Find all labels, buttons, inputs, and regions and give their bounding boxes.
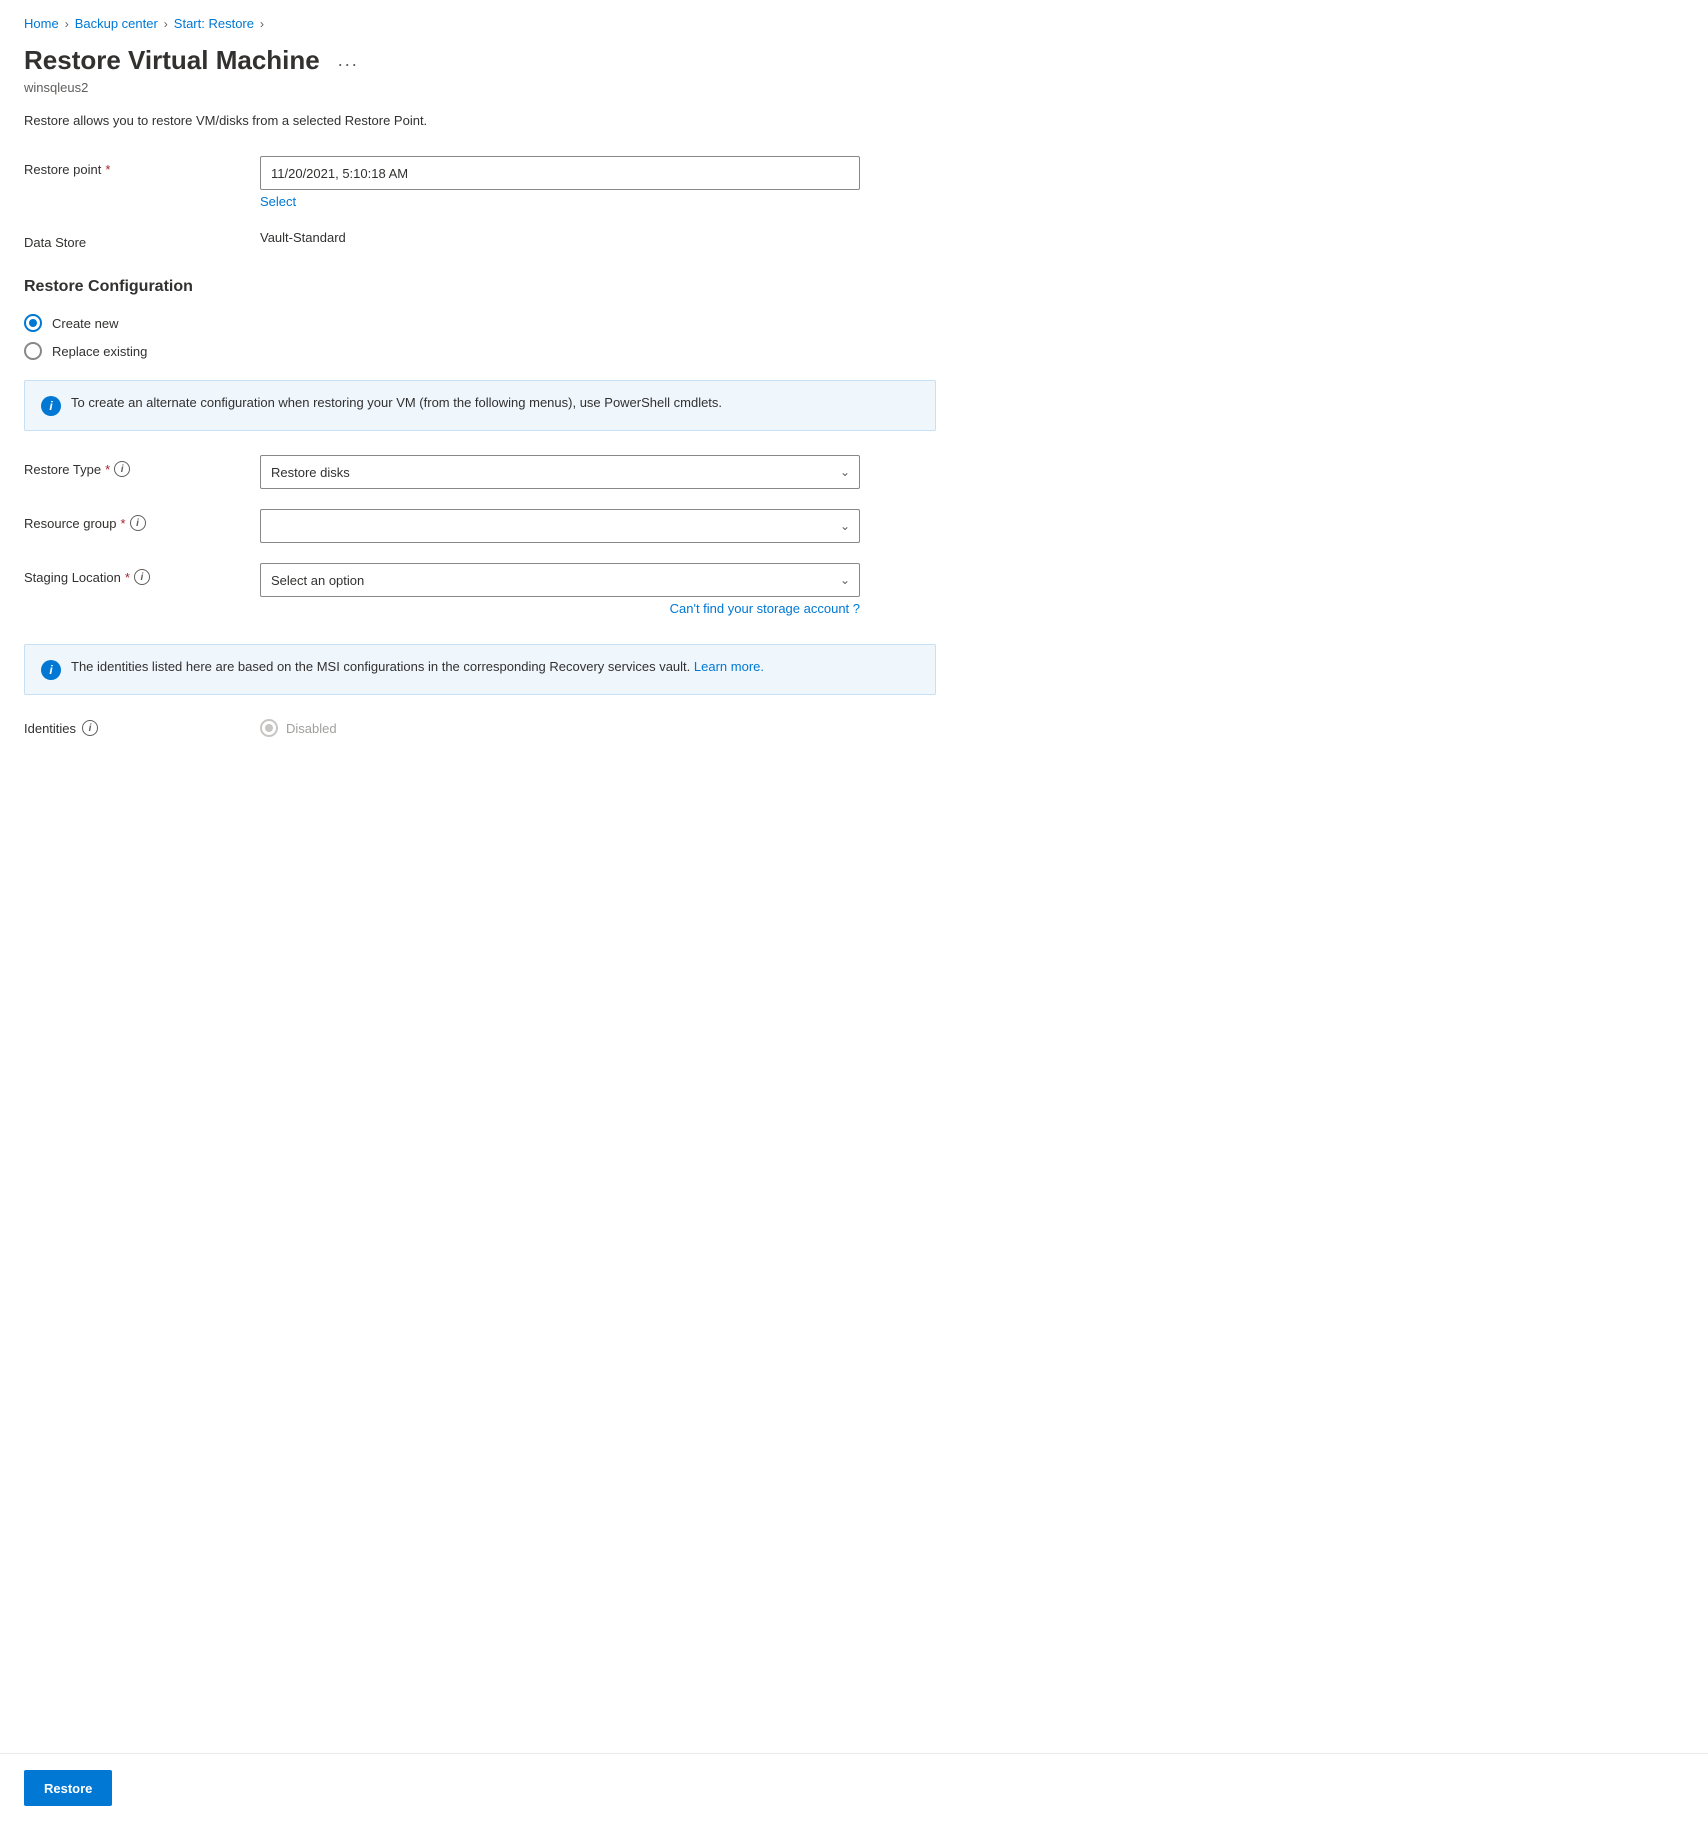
replace-existing-label: Replace existing [52, 344, 147, 359]
restore-type-dropdown-wrapper: Restore disks ⌄ [260, 455, 860, 489]
resource-group-info-icon[interactable]: i [130, 515, 146, 531]
restore-config-section: Restore Configuration Create new Replace… [24, 278, 936, 737]
resource-group-required: * [121, 516, 126, 531]
resource-group-label: Resource group * i [24, 509, 244, 531]
resource-group-select[interactable] [260, 509, 860, 543]
powershell-info-banner: i To create an alternate configuration w… [24, 380, 936, 431]
staging-location-info-icon[interactable]: i [134, 569, 150, 585]
restore-point-row: Restore point * Select [24, 156, 936, 209]
resource-group-dropdown-wrapper: ⌄ [260, 509, 860, 543]
more-options-button[interactable]: ... [332, 48, 365, 73]
restore-config-radio-group: Create new Replace existing [24, 314, 936, 360]
breadcrumb-sep-1: › [65, 17, 69, 31]
identities-label: Identities [24, 721, 76, 736]
page-header: Restore Virtual Machine ... winsqleus2 [24, 45, 936, 95]
restore-type-required: * [105, 462, 110, 477]
create-new-option[interactable]: Create new [24, 314, 936, 332]
restore-type-info-icon[interactable]: i [114, 461, 130, 477]
identities-label-area: Identities i [24, 720, 244, 736]
identities-disabled-radio-inner [265, 724, 273, 732]
restore-point-label: Restore point * [24, 156, 244, 177]
create-new-radio-inner [29, 319, 37, 327]
data-store-label: Data Store [24, 229, 244, 250]
breadcrumb-sep-2: › [164, 17, 168, 31]
resource-group-input-area: ⌄ [260, 509, 860, 543]
breadcrumb-home[interactable]: Home [24, 16, 59, 31]
data-store-value: Vault-Standard [260, 224, 346, 245]
staging-location-input-area: Select an option ⌄ Can't find your stora… [260, 563, 860, 616]
identities-disabled-radio[interactable] [260, 719, 278, 737]
staging-location-select[interactable]: Select an option [260, 563, 860, 597]
identities-info-icon-label[interactable]: i [82, 720, 98, 736]
restore-type-select[interactable]: Restore disks [260, 455, 860, 489]
restore-point-input-area: Select [260, 156, 860, 209]
identities-disabled-option: Disabled [260, 719, 337, 737]
info-banner-icon: i [41, 396, 61, 416]
staging-location-required: * [125, 570, 130, 585]
info-banner-text: To create an alternate configuration whe… [71, 395, 722, 410]
breadcrumb-backup-center[interactable]: Backup center [75, 16, 158, 31]
data-store-value-area: Vault-Standard [260, 229, 860, 245]
restore-point-required: * [105, 162, 110, 177]
staging-location-label: Staging Location * i [24, 563, 244, 585]
identities-banner-text: The identities listed here are based on … [71, 659, 764, 674]
replace-existing-option[interactable]: Replace existing [24, 342, 936, 360]
restore-type-row: Restore Type * i Restore disks ⌄ [24, 455, 936, 489]
staging-location-row: Staging Location * i Select an option ⌄ … [24, 563, 936, 616]
create-new-label: Create new [52, 316, 118, 331]
restore-point-select-link[interactable]: Select [260, 194, 860, 209]
resource-group-row: Resource group * i ⌄ [24, 509, 936, 543]
identities-row: Identities i Disabled [24, 719, 936, 737]
staging-location-dropdown-wrapper: Select an option ⌄ [260, 563, 860, 597]
breadcrumb-sep-3: › [260, 17, 264, 31]
create-new-radio[interactable] [24, 314, 42, 332]
identities-info-icon: i [41, 660, 61, 680]
restore-point-input[interactable] [260, 156, 860, 190]
basic-form-section: Restore point * Select Data Store Vault-… [24, 156, 936, 250]
restore-type-label: Restore Type * i [24, 455, 244, 477]
restore-type-input-area: Restore disks ⌄ [260, 455, 860, 489]
page-title: Restore Virtual Machine [24, 45, 320, 76]
data-store-row: Data Store Vault-Standard [24, 229, 936, 250]
restore-button[interactable]: Restore [24, 1770, 112, 1806]
config-form-section: Restore Type * i Restore disks ⌄ Resourc… [24, 455, 936, 616]
storage-account-link[interactable]: Can't find your storage account ? [260, 601, 860, 616]
identities-disabled-label: Disabled [286, 721, 337, 736]
learn-more-link[interactable]: Learn more. [694, 659, 764, 674]
identities-info-banner: i The identities listed here are based o… [24, 644, 936, 695]
description-text: Restore allows you to restore VM/disks f… [24, 113, 936, 128]
restore-config-heading: Restore Configuration [24, 278, 936, 296]
footer-bar: Restore [0, 1753, 1708, 1822]
page-subtitle: winsqleus2 [24, 80, 936, 95]
breadcrumb-start-restore[interactable]: Start: Restore [174, 16, 254, 31]
replace-existing-radio[interactable] [24, 342, 42, 360]
breadcrumb: Home › Backup center › Start: Restore › [24, 16, 936, 31]
